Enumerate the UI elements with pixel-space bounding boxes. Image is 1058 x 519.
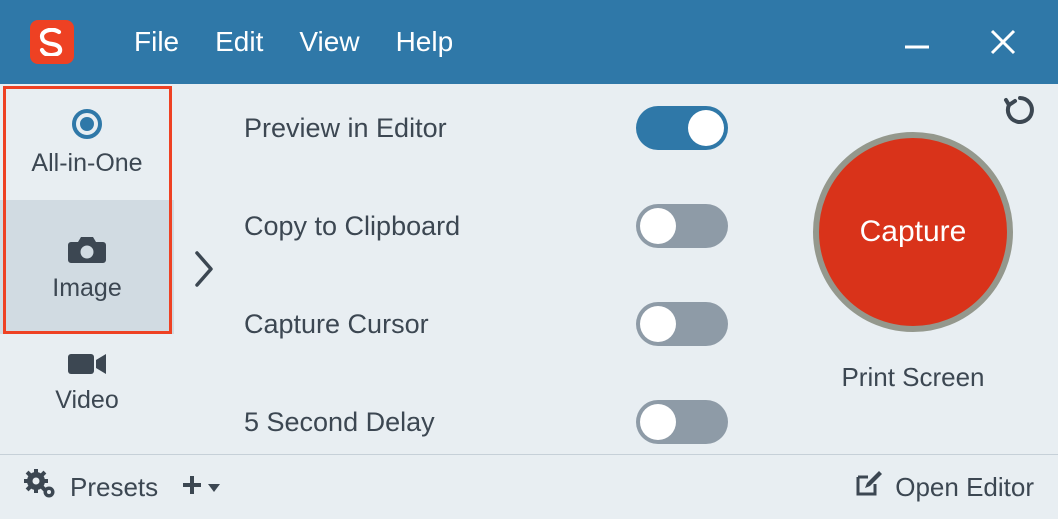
open-editor-icon [853, 469, 883, 506]
titlebar: File Edit View Help [0, 0, 1058, 84]
sidebar-label-image: Image [52, 274, 121, 303]
camera-icon [66, 232, 108, 266]
toggle-clipboard[interactable] [636, 204, 728, 248]
chevron-right-icon [193, 247, 215, 291]
option-delay-row: 5 Second Delay [244, 400, 768, 444]
app-logo [30, 20, 74, 64]
undo-button[interactable] [1002, 92, 1038, 133]
close-icon [988, 27, 1018, 57]
menu-view[interactable]: View [299, 26, 359, 58]
toggle-cursor[interactable] [636, 302, 728, 346]
main-area: All-in-One Image Video Preview in Editor… [0, 84, 1058, 454]
window-controls [902, 27, 1018, 57]
toggle-preview[interactable] [636, 106, 728, 150]
capture-type-sidebar: All-in-One Image Video [0, 84, 174, 454]
gear-icon [24, 469, 58, 506]
presets-button[interactable]: Presets [24, 469, 158, 506]
capture-button[interactable]: Capture [813, 132, 1013, 332]
option-preview-row: Preview in Editor [244, 106, 768, 150]
open-editor-button[interactable]: Open Editor [853, 469, 1034, 506]
menu-help[interactable]: Help [396, 26, 454, 58]
capture-shortcut-label[interactable]: Print Screen [841, 362, 984, 393]
video-icon [66, 350, 108, 378]
expand-chevron[interactable] [174, 84, 234, 454]
toggle-delay[interactable] [636, 400, 728, 444]
option-preview-label: Preview in Editor [244, 113, 447, 144]
presets-label: Presets [70, 472, 158, 503]
option-delay-label: 5 Second Delay [244, 407, 435, 438]
close-button[interactable] [988, 27, 1018, 57]
option-cursor-label: Capture Cursor [244, 309, 429, 340]
menu-file[interactable]: File [134, 26, 179, 58]
minimize-icon [902, 27, 932, 57]
add-preset-button[interactable] [182, 474, 222, 500]
sidebar-item-image[interactable]: Image [0, 200, 174, 334]
undo-icon [1002, 92, 1038, 128]
allinone-icon [70, 107, 104, 141]
capture-button-label: Capture [860, 215, 967, 249]
option-clipboard-label: Copy to Clipboard [244, 211, 460, 242]
sidebar-item-video[interactable]: Video [0, 334, 174, 430]
menubar: File Edit View Help [134, 26, 453, 58]
menu-edit[interactable]: Edit [215, 26, 263, 58]
snagit-s-icon [39, 28, 65, 56]
plus-dropdown-icon [182, 474, 222, 500]
sidebar-label-allinone: All-in-One [31, 149, 142, 178]
sidebar-label-video: Video [55, 386, 119, 415]
footer-bar: Presets Open Editor [0, 454, 1058, 519]
open-editor-label: Open Editor [895, 472, 1034, 503]
sidebar-item-allinone[interactable]: All-in-One [0, 84, 174, 200]
minimize-button[interactable] [902, 27, 932, 57]
option-clipboard-row: Copy to Clipboard [244, 204, 768, 248]
capture-panel: Capture Print Screen [768, 84, 1058, 454]
option-cursor-row: Capture Cursor [244, 302, 768, 346]
capture-options: Preview in Editor Copy to Clipboard Capt… [234, 84, 768, 454]
